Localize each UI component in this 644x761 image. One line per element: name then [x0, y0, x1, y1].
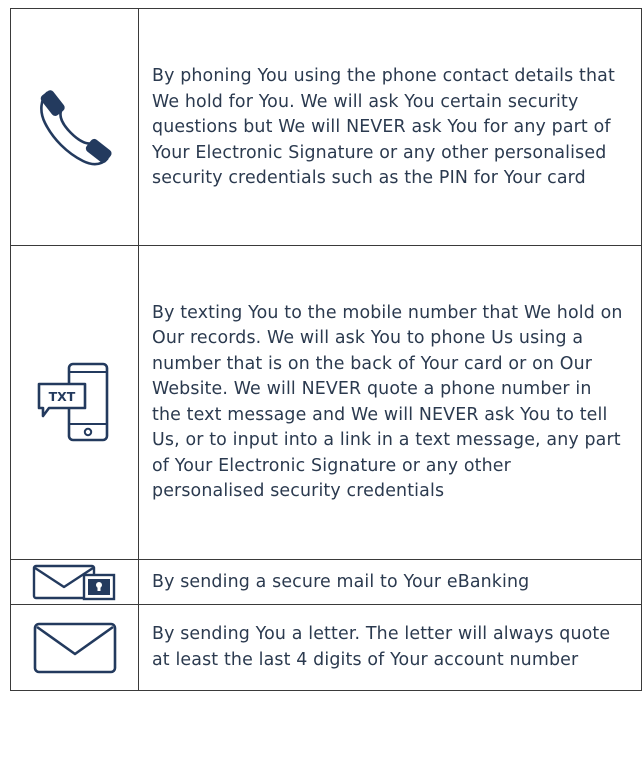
- table-row: By sending a secure mail to Your eBankin…: [10, 559, 642, 605]
- row-text: By texting You to the mobile number that…: [138, 245, 642, 560]
- icon-cell: [10, 604, 139, 691]
- row-text: By sending You a letter. The letter will…: [138, 604, 642, 691]
- icon-cell: [10, 8, 139, 246]
- icon-cell: TXT: [10, 245, 139, 560]
- table-row: By phoning You using the phone contact d…: [10, 8, 642, 246]
- row-text: By phoning You using the phone contact d…: [138, 8, 642, 246]
- secure-mail-icon: [32, 564, 115, 601]
- contact-methods-table: By phoning You using the phone contact d…: [10, 8, 642, 691]
- table-row: TXT By texting You to the mobile number …: [10, 245, 642, 560]
- row-text: By sending a secure mail to Your eBankin…: [138, 559, 642, 605]
- letter-envelope-icon: [33, 622, 116, 673]
- txt-label: TXT: [48, 389, 75, 404]
- mobile-text-message-icon: TXT: [37, 362, 108, 441]
- phone-icon: [39, 90, 112, 166]
- icon-cell: [10, 559, 139, 605]
- table-row: By sending You a letter. The letter will…: [10, 604, 642, 691]
